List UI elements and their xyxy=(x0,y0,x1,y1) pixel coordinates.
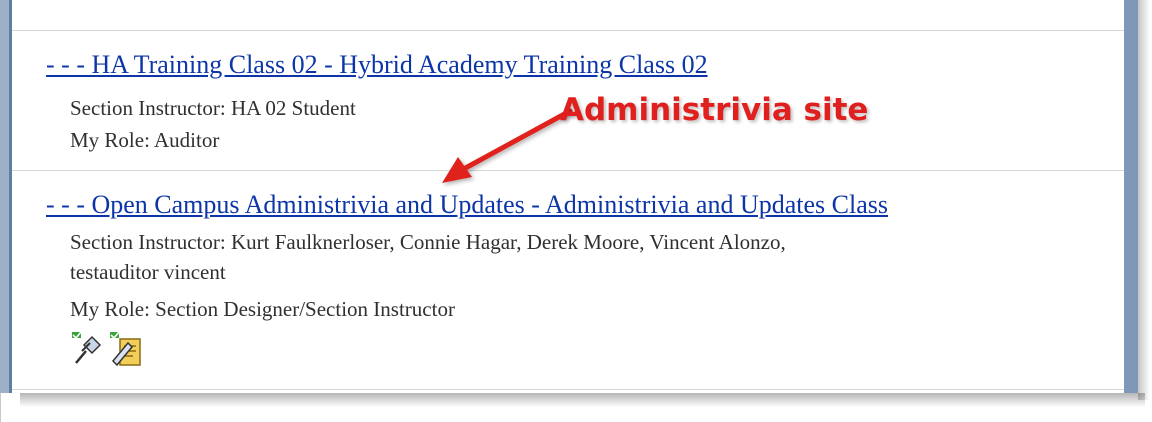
edit-pushpin-icon[interactable] xyxy=(70,331,106,367)
course-row-administrivia: - - - Open Campus Administrivia and Upda… xyxy=(12,171,1124,390)
designer-tools-icon[interactable] xyxy=(108,331,144,367)
my-role-text: My Role: Section Designer/Section Instru… xyxy=(70,297,455,321)
right-shadow xyxy=(1138,0,1150,400)
cut-off-text: ... xyxy=(70,0,86,12)
left-frame-border xyxy=(0,0,9,393)
section-instructor-line-2: testauditor vincent xyxy=(70,260,226,284)
annotation-label: Administrivia site xyxy=(560,92,869,128)
previous-course-row: ... xyxy=(12,0,1124,31)
course-tool-icons xyxy=(70,331,144,367)
course-link-ha-training[interactable]: - - - HA Training Class 02 - Hybrid Acad… xyxy=(46,50,708,80)
my-role-text: My Role: Auditor xyxy=(70,128,220,152)
bottom-left-edge xyxy=(0,393,9,422)
section-instructor-line-1: Section Instructor: Kurt Faulknerloser, … xyxy=(70,230,786,254)
bottom-shadow xyxy=(20,393,1145,407)
section-instructor-text: Section Instructor: Kurt Faulknerloser, … xyxy=(70,227,786,287)
right-frame-border xyxy=(1124,0,1138,393)
section-instructor-text: Section Instructor: HA 02 Student xyxy=(70,96,356,120)
annotation-arrow-icon xyxy=(442,108,573,183)
